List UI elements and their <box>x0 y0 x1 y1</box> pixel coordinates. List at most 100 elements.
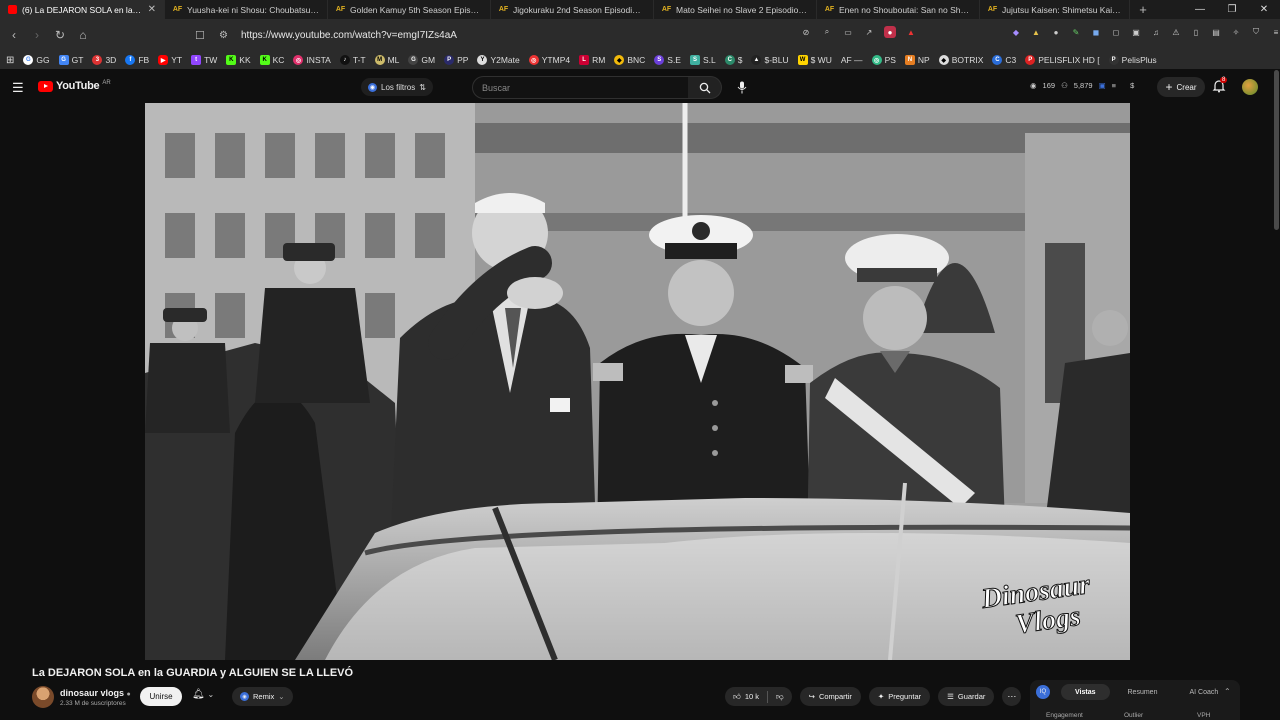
bookmark-item[interactable]: ◆ BNC <box>614 55 645 65</box>
bookmark-item[interactable]: P PelisPlus <box>1108 55 1157 65</box>
filters-button[interactable]: ◉ Los filtros ⇅ <box>361 78 433 96</box>
tab[interactable]: AF Jigokuraku 2nd Season Episodio 1 Sub <box>491 0 654 19</box>
extension-red-icon[interactable]: ● <box>884 26 896 38</box>
wallet-icon[interactable]: ▤ <box>1210 26 1222 38</box>
minimize-icon[interactable]: — <box>1184 0 1216 19</box>
tab[interactable]: AF Enen no Shouboutai: San no Shou Ep <box>817 0 980 19</box>
bookmark-item[interactable]: L RM <box>579 55 605 65</box>
close-tab-icon[interactable]: ✕ <box>148 4 156 15</box>
apps-icon[interactable]: ⊞ <box>6 55 14 66</box>
search-input[interactable]: Buscar <box>472 76 690 99</box>
video-title: La DEJARON SOLA en la GUARDIA y ALGUIEN … <box>32 667 354 679</box>
extension-icon[interactable]: ▣ <box>1099 81 1106 90</box>
tab-active[interactable]: (6) La DEJARON SOLA en la GUARDIA y ALGU… <box>0 0 165 19</box>
extension-triangle-icon[interactable]: ▲ <box>905 26 917 38</box>
forward-icon[interactable]: › <box>27 25 47 45</box>
youtube-logo[interactable]: YouTube AR <box>38 80 111 92</box>
animeflv-favicon-icon: AF <box>987 6 998 13</box>
ask-button[interactable]: ✦ Preguntar <box>868 687 931 706</box>
close-window-icon[interactable]: ✕ <box>1248 0 1280 19</box>
extension-icon[interactable]: ▲ <box>1030 26 1042 38</box>
extension-icon[interactable]: ⚠ <box>1170 26 1182 38</box>
bookmark-item[interactable]: ♪ T-T <box>339 55 366 65</box>
channel-name[interactable]: dinosaur vlogs ● <box>60 688 131 698</box>
join-button[interactable]: Unirse <box>140 687 182 706</box>
thumbs-up-icon: 👍︎ <box>733 691 741 701</box>
bookmark-item[interactable]: M ML <box>374 55 399 65</box>
bookmark-item[interactable]: S S.L <box>689 55 716 65</box>
shield-icon[interactable]: ⛉ <box>1250 26 1262 38</box>
tab-resumen[interactable]: Resumen <box>1114 684 1172 700</box>
save-button[interactable]: ☰ Guardar <box>938 687 995 706</box>
extension-icon[interactable]: ● <box>1050 26 1062 38</box>
sidebar-icon[interactable]: ▯ <box>1190 26 1202 38</box>
home-icon[interactable]: ⌂ <box>73 25 93 45</box>
bookmark-item[interactable]: K KC <box>259 55 284 65</box>
url-field[interactable]: https://www.youtube.com/watch?v=emgI7IZs… <box>241 30 457 41</box>
bookmark-item[interactable]: ◎ PS <box>871 55 896 65</box>
bookmark-item[interactable]: ◎ INSTA <box>293 55 331 65</box>
magic-icon[interactable]: ✧ <box>1230 26 1242 38</box>
search-button[interactable] <box>688 76 722 99</box>
bookmark-item[interactable]: C $ <box>724 55 742 65</box>
bookmark-item[interactable]: Y Y2Mate <box>477 55 520 65</box>
create-button[interactable]: + Crear <box>1157 77 1205 97</box>
more-actions-button[interactable]: ⋯ <box>1002 687 1022 706</box>
extension-icon[interactable]: ✎ <box>1070 26 1082 38</box>
new-tab-button[interactable]: + <box>1130 2 1156 17</box>
bookmark-item[interactable]: K KK <box>226 55 251 65</box>
page-scrollbar[interactable] <box>1274 70 1279 230</box>
bookmark-item[interactable]: G GM <box>408 55 435 65</box>
bookmark-item[interactable]: ▶ YT <box>158 55 182 65</box>
bookmark-item[interactable]: N NP <box>904 55 930 65</box>
tab-vistas[interactable]: Vistas <box>1061 684 1110 700</box>
music-icon[interactable]: ♫ <box>1150 26 1162 38</box>
eye-off-icon[interactable]: ⊘ <box>800 26 812 38</box>
bookmark-item[interactable]: G GT <box>58 55 83 65</box>
reload-icon[interactable]: ↻ <box>50 25 70 45</box>
subscription-bell-icon[interactable]: 🔔︎ ⌄ <box>192 689 214 700</box>
bookmark-item[interactable]: 3 3D <box>92 55 116 65</box>
share-icon[interactable]: ↗ <box>863 26 875 38</box>
tab[interactable]: AF Golden Kamuy 5th Season Episodio <box>328 0 491 19</box>
bookmark-item[interactable]: ◆ BOTRIX <box>938 55 983 65</box>
bookmark-item[interactable]: P PELISFLIX HD [ <box>1025 55 1100 65</box>
extension-icon[interactable]: ▣ <box>1130 26 1142 38</box>
share-button[interactable]: ↪ Compartir <box>799 687 861 706</box>
bookmark-item[interactable]: P PP <box>444 55 468 65</box>
bookmark-icon[interactable]: ☐ <box>195 29 219 42</box>
zoom-icon[interactable]: ⌕ <box>821 26 833 38</box>
remix-button[interactable]: ◉ Remix ⌄ <box>232 687 293 706</box>
site-info-icon[interactable]: ⚙ <box>219 30 241 41</box>
cast-icon[interactable]: ▭ <box>842 26 854 38</box>
bookmark-item[interactable]: t TW <box>191 55 217 65</box>
account-avatar[interactable] <box>1242 79 1258 95</box>
channel-avatar[interactable] <box>32 686 54 708</box>
video-player[interactable]: Dinosaur Vlogs <box>145 103 1130 660</box>
bookmark-item[interactable]: f FB <box>125 55 149 65</box>
animeflv-favicon-icon: AF <box>498 6 509 13</box>
extension-icon[interactable]: ◼ <box>1090 26 1102 38</box>
maximize-icon[interactable]: ❐ <box>1216 0 1248 19</box>
bookmark-item[interactable]: G GG <box>23 55 50 65</box>
menu-icon[interactable]: ☰ <box>12 80 24 96</box>
extension-icon[interactable]: ◆ <box>1010 26 1022 38</box>
bookmark-item[interactable]: ▲ $-BLU <box>751 55 789 65</box>
bookmark-item[interactable]: S S.E <box>654 55 681 65</box>
tab[interactable]: AF Yuusha-kei ni Shosu: Choubatsu Yuusha <box>165 0 328 19</box>
back-icon[interactable]: ‹ <box>4 25 24 45</box>
extension-icon[interactable]: ◻ <box>1110 26 1122 38</box>
chevron-up-icon[interactable]: ⌃ <box>1224 687 1231 696</box>
dislike-button[interactable]: 👎︎ <box>768 687 792 706</box>
dollar-icon[interactable]: $ <box>1130 81 1134 90</box>
like-button[interactable]: 👍︎ 10 k <box>725 687 767 706</box>
tab[interactable]: AF Jujutsu Kaisen: Shimetsu Kaiyuu - Ze <box>980 0 1130 19</box>
tab[interactable]: AF Mato Seihei no Slave 2 Episodio 1 Sub <box>654 0 817 19</box>
bookmark-item[interactable]: W $ WU <box>797 55 832 65</box>
voice-search-button[interactable] <box>731 77 752 98</box>
bookmark-item[interactable]: AF — <box>841 55 863 65</box>
bookmark-item[interactable]: ◎ YTMP4 <box>528 55 570 65</box>
bookmark-item[interactable]: C C3 <box>992 55 1016 65</box>
list-icon[interactable]: ≡ <box>1112 81 1116 90</box>
menu-icon[interactable]: ≡ <box>1270 26 1280 38</box>
